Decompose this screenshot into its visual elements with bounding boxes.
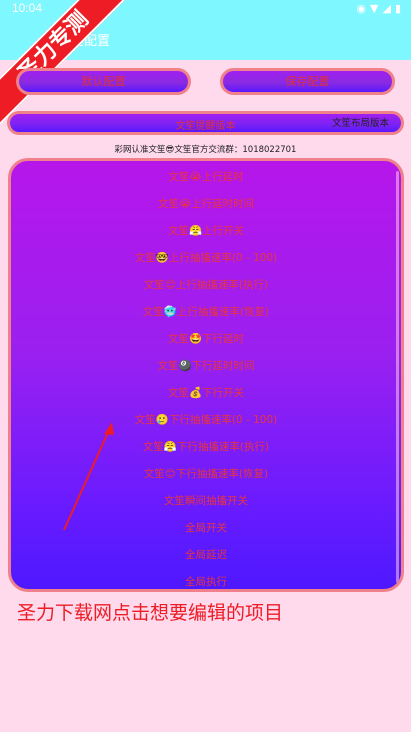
battery-icon: ▮ — [394, 2, 401, 15]
status-icons: ◉ ▼ ◢ ▮ — [356, 2, 401, 15]
list-item[interactable]: 文笙🤓上行抽搐速率(0 - 100) — [11, 248, 401, 268]
list-item[interactable]: 文笙😤上行开关 — [11, 221, 401, 241]
list-item[interactable]: 文笙😭上行延时时间 — [11, 194, 401, 214]
notice-text: 彩网认准文笙😎文笙官方交流群：1018022701 — [114, 145, 297, 155]
list-item[interactable]: 文笙🥶上行抽搐速率(恢复) — [11, 302, 401, 322]
version-button[interactable]: 文笙提醒版本 文笙布局版本 — [7, 111, 404, 135]
eye-icon: ◉ — [356, 2, 366, 15]
instruction-caption: 圣力下载网点击想要编辑的项目 — [17, 602, 284, 624]
signal-icon: ◢ — [382, 2, 391, 15]
list-item[interactable]: 全局延迟 — [11, 545, 401, 565]
list-item[interactable]: 文笙🎱下行延时时间 — [11, 356, 401, 376]
default-config-button[interactable]: 默认配置 — [16, 68, 191, 95]
save-config-button[interactable]: 保存配置 — [220, 68, 395, 95]
wifi-icon: ▼ — [370, 2, 379, 15]
list-item[interactable]: 全局执行 — [11, 572, 401, 589]
list-item[interactable]: 文笙😊上行抽搐速率(执行) — [11, 275, 401, 295]
list-item[interactable]: 文笙💰下行开关 — [11, 383, 401, 403]
list-item[interactable]: 文笙😭上行延时 — [11, 167, 401, 187]
version-tag: 文笙布局版本 — [331, 118, 389, 129]
list-item[interactable]: 文笙🤩下行延时 — [11, 329, 401, 349]
pointer-arrow-icon — [63, 422, 114, 531]
